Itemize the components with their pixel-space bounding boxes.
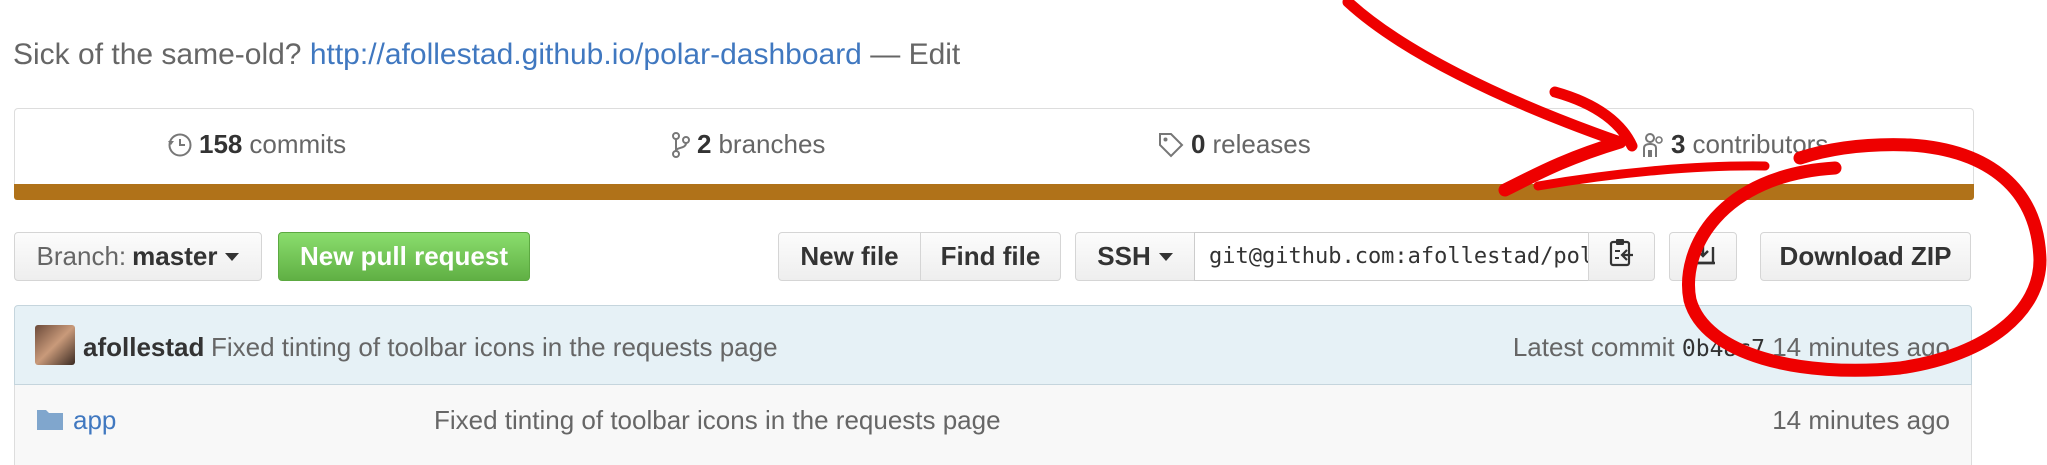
avatar[interactable] xyxy=(35,325,75,365)
clone-url-input[interactable]: git@github.com:afollestad/polar-dashboar… xyxy=(1194,232,1589,281)
open-in-desktop-button[interactable] xyxy=(1669,232,1737,281)
commits-link[interactable]: 158 commits xyxy=(167,129,346,160)
commits-label: commits xyxy=(249,129,347,159)
language-bar[interactable] xyxy=(14,184,1974,200)
branches-count: 2 xyxy=(697,129,712,159)
homepage-link[interactable]: http://afollestad.github.io/polar-dashbo… xyxy=(310,38,862,71)
releases-label: releases xyxy=(1212,129,1311,159)
branch-icon xyxy=(671,131,691,159)
contributors-label: contributors xyxy=(1692,129,1829,159)
file-name-link[interactable]: app xyxy=(73,405,116,436)
latest-commit-label: Latest commit xyxy=(1512,332,1675,362)
repo-numbers-summary: 158 commits 2 branches 0 releases 3 cont… xyxy=(14,108,1974,185)
protocol-label: SSH xyxy=(1097,241,1151,271)
copy-clone-url-button[interactable] xyxy=(1588,232,1655,281)
branch-select-button[interactable]: Branch: master xyxy=(14,232,262,281)
description-separator: — xyxy=(870,38,901,71)
commit-age: 14 minutes ago xyxy=(1772,332,1950,362)
description-text: Sick of the same-old? xyxy=(13,38,302,71)
chevron-down-icon xyxy=(1158,252,1173,261)
chevron-down-icon xyxy=(225,252,240,261)
clone-protocol-select[interactable]: SSH xyxy=(1075,232,1195,281)
desktop-download-icon xyxy=(1689,239,1717,274)
branches-link[interactable]: 2 branches xyxy=(671,129,825,160)
folder-icon xyxy=(36,407,64,436)
file-commit-message-link[interactable]: Fixed tinting of toolbar icons in the re… xyxy=(434,405,1001,436)
file-commit-age: 14 minutes ago xyxy=(1772,405,1950,435)
find-file-button[interactable]: Find file xyxy=(920,232,1061,281)
clippy-icon xyxy=(1609,238,1635,275)
new-file-button[interactable]: New file xyxy=(778,232,921,281)
commit-sha-link[interactable]: 0b48c7 xyxy=(1682,336,1765,362)
branch-name: master xyxy=(132,241,218,271)
latest-commit-bar: afollestad Fixed tinting of toolbar icon… xyxy=(14,305,1972,385)
releases-count: 0 xyxy=(1191,129,1206,159)
organization-icon xyxy=(1641,131,1665,159)
branch-prefix: Branch: xyxy=(36,241,127,271)
new-pull-request-button[interactable]: New pull request xyxy=(278,232,530,281)
history-icon xyxy=(167,132,193,158)
download-zip-button[interactable]: Download ZIP xyxy=(1760,232,1971,281)
commit-author-link[interactable]: afollestad xyxy=(83,332,204,363)
edit-description-link[interactable]: Edit xyxy=(909,38,961,71)
tag-icon xyxy=(1157,131,1185,159)
contributors-link[interactable]: 3 contributors xyxy=(1641,129,1828,160)
contributors-count: 3 xyxy=(1671,129,1686,159)
file-row: app Fixed tinting of toolbar icons in th… xyxy=(14,385,1972,465)
branches-label: branches xyxy=(718,129,826,159)
commits-count: 158 xyxy=(199,129,243,159)
releases-link[interactable]: 0 releases xyxy=(1157,129,1311,160)
commit-message-link[interactable]: Fixed tinting of toolbar icons in the re… xyxy=(211,332,778,363)
repo-description: Sick of the same-old? http://afollestad.… xyxy=(13,38,960,72)
latest-commit-info: Latest commit 0b48c7 14 minutes ago xyxy=(1513,332,1950,363)
